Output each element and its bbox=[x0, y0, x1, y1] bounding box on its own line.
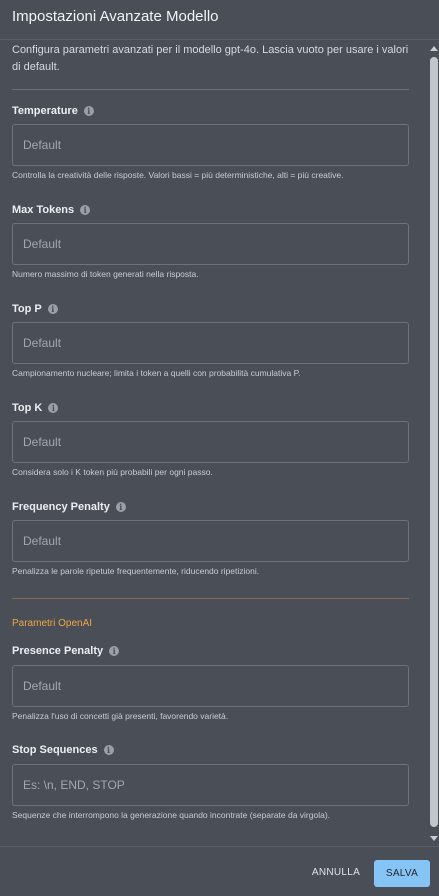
top-p-label: Top P bbox=[12, 303, 42, 315]
frequency-penalty-help: Penalizza le parole ripetute frequenteme… bbox=[12, 566, 260, 576]
temperature-label: Temperature bbox=[12, 105, 78, 117]
top-p-label-row: Top P i bbox=[12, 302, 58, 316]
frequency-penalty-label-row: Frequency Penalty i bbox=[12, 500, 126, 514]
presence-penalty-label-row: Presence Penalty i bbox=[12, 644, 120, 658]
top-k-input[interactable] bbox=[23, 435, 398, 449]
dialog-title: Impostazioni Avanzate Modello bbox=[12, 8, 219, 25]
temperature-help: Controlla la creatività delle risposte. … bbox=[12, 170, 344, 180]
max-tokens-label: Max Tokens bbox=[12, 204, 75, 216]
top-k-label: Top K bbox=[12, 402, 43, 414]
cancel-button[interactable]: ANNULLA bbox=[303, 860, 369, 884]
max-tokens-input[interactable] bbox=[23, 237, 398, 251]
info-icon[interactable]: i bbox=[48, 403, 59, 413]
presence-penalty-help: Penalizza l'uso di concetti già presenti… bbox=[12, 711, 229, 721]
info-icon[interactable]: i bbox=[83, 106, 94, 116]
intro-text: Configura parametri avanzati per il mode… bbox=[12, 44, 409, 73]
info-icon[interactable]: i bbox=[103, 745, 114, 755]
temperature-field[interactable] bbox=[12, 124, 409, 166]
scroll-up-icon[interactable] bbox=[430, 46, 438, 51]
info-icon[interactable]: i bbox=[80, 205, 91, 215]
max-tokens-field[interactable] bbox=[12, 223, 409, 265]
stop-sequences-help: Sequenze che interrompono la generazione… bbox=[12, 810, 331, 820]
presence-penalty-field[interactable] bbox=[12, 665, 409, 707]
vertical-scrollbar[interactable] bbox=[429, 41, 439, 846]
frequency-penalty-label: Frequency Penalty bbox=[12, 501, 110, 513]
info-icon[interactable]: i bbox=[115, 502, 126, 512]
temperature-input[interactable] bbox=[23, 138, 398, 152]
stop-sequences-label-row: Stop Sequences i bbox=[12, 743, 114, 757]
scrollbar-thumb[interactable] bbox=[430, 57, 438, 827]
dialog-footer: ANNULLA SALVA bbox=[0, 846, 439, 896]
save-button[interactable]: SALVA bbox=[374, 860, 430, 887]
stop-sequences-field[interactable] bbox=[12, 764, 409, 806]
frequency-penalty-field[interactable] bbox=[12, 520, 409, 562]
max-tokens-label-row: Max Tokens i bbox=[12, 203, 91, 217]
presence-penalty-input[interactable] bbox=[23, 679, 398, 693]
stop-sequences-label: Stop Sequences bbox=[12, 744, 98, 756]
frequency-penalty-input[interactable] bbox=[23, 534, 398, 548]
top-p-field[interactable] bbox=[12, 322, 409, 364]
scroll-down-icon[interactable] bbox=[430, 836, 438, 841]
intro-divider bbox=[12, 89, 409, 90]
settings-scroll-area[interactable]: Configura parametri avanzati per il mode… bbox=[0, 41, 428, 846]
top-k-help: Considera solo i K token più probabili p… bbox=[12, 467, 213, 477]
info-icon[interactable]: i bbox=[47, 304, 58, 314]
max-tokens-help: Numero massimo di token generati nella r… bbox=[12, 269, 199, 279]
dialog-header: Impostazioni Avanzate Modello bbox=[0, 0, 439, 40]
top-k-label-row: Top K i bbox=[12, 401, 59, 415]
stop-sequences-input[interactable] bbox=[23, 778, 398, 792]
temperature-label-row: Temperature i bbox=[12, 104, 94, 118]
presence-penalty-label: Presence Penalty bbox=[12, 645, 104, 657]
section-divider bbox=[12, 598, 409, 599]
top-k-field[interactable] bbox=[12, 421, 409, 463]
top-p-help: Campionamento nucleare; limita i token a… bbox=[12, 368, 301, 378]
section-heading-openai: Parametri OpenAI bbox=[12, 618, 93, 629]
info-icon[interactable]: i bbox=[109, 646, 120, 656]
top-p-input[interactable] bbox=[23, 336, 398, 350]
